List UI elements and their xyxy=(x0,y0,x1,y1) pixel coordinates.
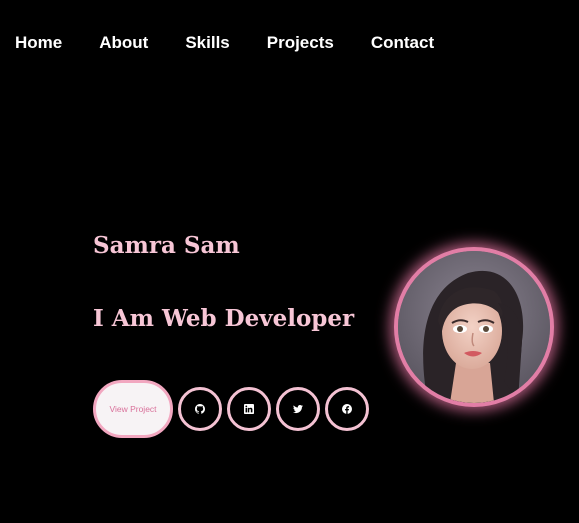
portrait-image xyxy=(398,251,550,403)
twitter-button[interactable] xyxy=(276,387,320,431)
nav-skills[interactable]: Skills xyxy=(185,33,229,53)
github-icon xyxy=(195,404,205,414)
linkedin-button[interactable] xyxy=(227,387,271,431)
nav-about[interactable]: About xyxy=(99,33,148,53)
profile-avatar xyxy=(394,247,554,407)
view-project-button[interactable]: View Project xyxy=(93,380,173,438)
hero-role: I Am Web Developer xyxy=(93,305,355,332)
nav-home[interactable]: Home xyxy=(15,33,62,53)
linkedin-icon xyxy=(244,404,254,414)
hero-name: Samra Sam xyxy=(93,232,240,259)
hero-actions: View Project xyxy=(93,380,374,438)
nav-contact[interactable]: Contact xyxy=(371,33,434,53)
nav-projects[interactable]: Projects xyxy=(267,33,334,53)
main-nav: Home About Skills Projects Contact xyxy=(15,33,471,53)
facebook-button[interactable] xyxy=(325,387,369,431)
twitter-icon xyxy=(293,404,303,414)
facebook-icon xyxy=(342,404,352,414)
github-button[interactable] xyxy=(178,387,222,431)
